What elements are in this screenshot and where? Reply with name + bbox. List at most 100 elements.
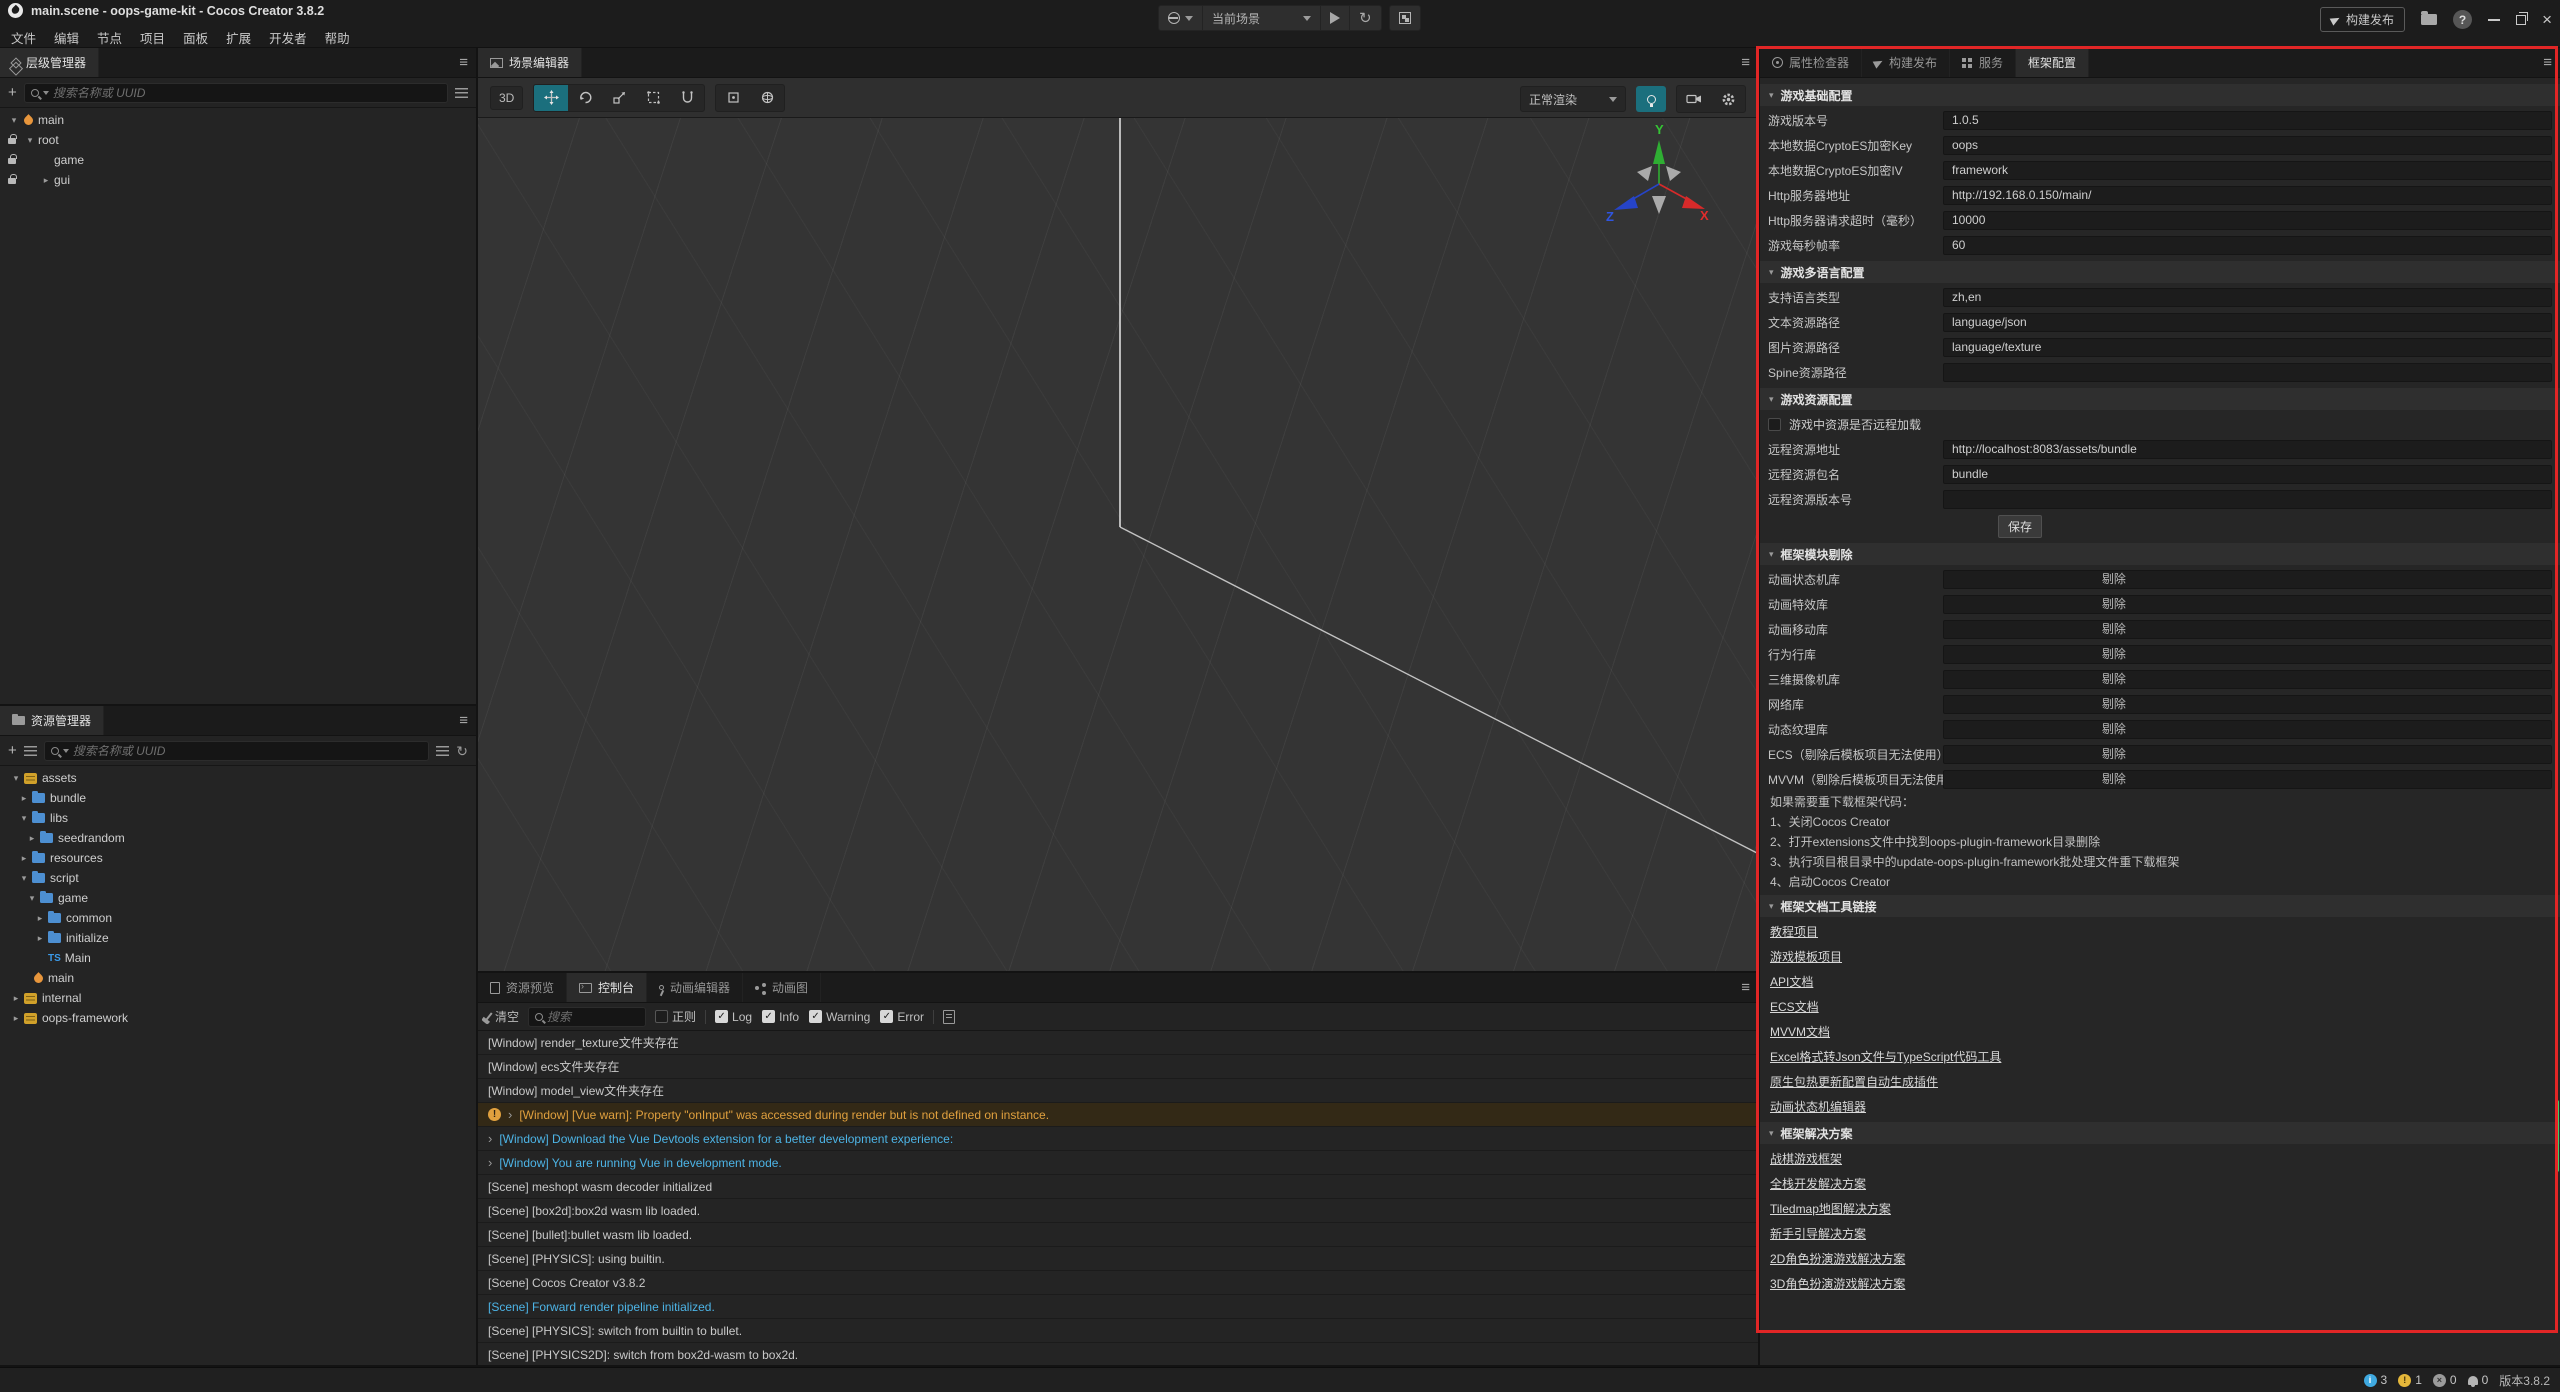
assets-search-input[interactable]	[73, 744, 423, 758]
camera-settings-button[interactable]	[1677, 86, 1711, 112]
regex-checkbox[interactable]: 正则	[655, 1008, 696, 1025]
filter-Info[interactable]: ✓Info	[762, 1010, 799, 1024]
tree-node-assets[interactable]: ▾assets	[0, 768, 476, 788]
filter-Log[interactable]: ✓Log	[715, 1010, 752, 1024]
tree-node-common[interactable]: ▸common	[0, 908, 476, 928]
inspector-menu-icon[interactable]: ≡	[2543, 54, 2552, 71]
console-menu-icon[interactable]: ≡	[1741, 979, 1750, 996]
hierarchy-search[interactable]	[24, 83, 448, 103]
help-button[interactable]: ?	[2453, 10, 2472, 29]
scene-viewport[interactable]: Y X Z	[478, 118, 1758, 971]
field-input[interactable]: bundle	[1943, 465, 2552, 484]
open-project-folder-button[interactable]	[2421, 14, 2437, 25]
status-notifications[interactable]: 0	[2468, 1373, 2489, 1387]
menu-item-项目[interactable]: 项目	[137, 26, 168, 49]
link-Excel格式转Json文件与TypeScript代码工具[interactable]: Excel格式转Json文件与TypeScript代码工具	[1770, 1048, 2001, 1065]
maximize-button[interactable]	[2516, 15, 2526, 25]
tree-node-oops-framework[interactable]: ▸oops-framework	[0, 1008, 476, 1028]
render-mode-select[interactable]: 正常渲染	[1520, 86, 1626, 112]
tree-node-gui[interactable]: ▸gui	[0, 170, 476, 190]
menu-item-文件[interactable]: 文件	[8, 26, 39, 49]
dimension-toggle-button[interactable]: 3D	[490, 86, 523, 110]
section-header-游戏多语言配置[interactable]: ▾游戏多语言配置	[1760, 261, 2560, 283]
remove-button[interactable]: 剔除	[1943, 670, 2552, 689]
build-publish-button[interactable]: 构建发布	[2320, 7, 2405, 32]
field-input[interactable]	[1943, 363, 2552, 382]
checkbox-icon[interactable]	[1768, 418, 1781, 431]
scrollbar-thumb[interactable]	[2555, 1100, 2559, 1172]
tree-node-main[interactable]: main	[0, 968, 476, 988]
scene-menu-icon[interactable]: ≡	[1741, 54, 1750, 71]
link-全栈开发解决方案[interactable]: 全栈开发解决方案	[1770, 1175, 1866, 1192]
menu-item-节点[interactable]: 节点	[94, 26, 125, 49]
field-input[interactable]: framework	[1943, 161, 2552, 180]
status-info-count[interactable]: i 3	[2364, 1373, 2388, 1387]
console-search[interactable]	[528, 1007, 646, 1027]
tree-node-libs[interactable]: ▾libs	[0, 808, 476, 828]
hierarchy-menu-icon[interactable]: ≡	[459, 54, 468, 71]
section-header-框架解决方案[interactable]: ▾框架解决方案	[1760, 1122, 2560, 1144]
tree-node-internal[interactable]: ▸internal	[0, 988, 476, 1008]
log-row[interactable]: !›[Window] [Vue warn]: Property "onInput…	[478, 1103, 1758, 1127]
field-input[interactable]: language/json	[1943, 313, 2552, 332]
restart-button[interactable]: ↻	[1350, 6, 1381, 30]
menu-item-扩展[interactable]: 扩展	[223, 26, 254, 49]
tree-node-resources[interactable]: ▸resources	[0, 848, 476, 868]
tree-node-game[interactable]: ▾game	[0, 888, 476, 908]
add-node-button[interactable]: +	[8, 85, 17, 100]
save-button[interactable]: 保存	[1998, 515, 2042, 538]
scene-settings-button[interactable]	[1711, 86, 1745, 112]
tree-node-Main[interactable]: TSMain	[0, 948, 476, 968]
field-input[interactable]: http://192.168.0.150/main/	[1943, 186, 2552, 205]
preview-target-button[interactable]	[1159, 6, 1203, 30]
link-ECS文档[interactable]: ECS文档	[1770, 998, 1819, 1015]
view-gizmo[interactable]: Y X Z	[1584, 122, 1734, 242]
add-asset-button[interactable]: +	[8, 743, 17, 758]
link-游戏模板项目[interactable]: 游戏模板项目	[1770, 948, 1842, 965]
status-error-count[interactable]: × 0	[2433, 1373, 2457, 1387]
tree-node-seedrandom[interactable]: ▸seedrandom	[0, 828, 476, 848]
link-2D角色扮演游戏解决方案[interactable]: 2D角色扮演游戏解决方案	[1770, 1250, 1905, 1267]
section-header-游戏基础配置[interactable]: ▾游戏基础配置	[1760, 84, 2560, 106]
move-tool-button[interactable]	[534, 85, 568, 111]
tree-node-game[interactable]: game	[0, 150, 476, 170]
link-新手引导解决方案[interactable]: 新手引导解决方案	[1770, 1225, 1866, 1242]
inspector-tab-框架配置[interactable]: 框架配置	[2016, 48, 2089, 77]
console-tab-动画编辑器[interactable]: 动画编辑器	[647, 973, 743, 1002]
field-input[interactable]: http://localhost:8083/assets/bundle	[1943, 440, 2552, 459]
tab-scene-editor[interactable]: 场景编辑器	[478, 48, 582, 77]
tree-node-initialize[interactable]: ▸initialize	[0, 928, 476, 948]
link-Tiledmap地图解决方案[interactable]: Tiledmap地图解决方案	[1770, 1200, 1891, 1217]
close-button[interactable]: ×	[2542, 11, 2552, 28]
preview-qrcode-button[interactable]	[1390, 6, 1420, 30]
log-row[interactable]: ›[Window] Download the Vue Devtools exte…	[478, 1127, 1758, 1151]
link-战棋游戏框架[interactable]: 战棋游戏框架	[1770, 1150, 1842, 1167]
refresh-icon[interactable]: ↻	[456, 744, 468, 758]
tab-assets[interactable]: 资源管理器	[0, 706, 104, 735]
hierarchy-search-input[interactable]	[53, 86, 441, 100]
inspector-tab-构建发布[interactable]: 构建发布	[1862, 48, 1950, 77]
field-input[interactable]: language/texture	[1943, 338, 2552, 357]
inspector-tab-属性检查器[interactable]: 属性检查器	[1760, 48, 1862, 77]
console-tab-动画图[interactable]: 动画图	[743, 973, 821, 1002]
remove-button[interactable]: 剔除	[1943, 645, 2552, 664]
menu-item-开发者[interactable]: 开发者	[266, 26, 310, 49]
assets-menu-icon[interactable]: ≡	[459, 712, 468, 729]
inspector-tab-服务[interactable]: 服务	[1950, 48, 2016, 77]
filter-list-icon[interactable]	[455, 88, 468, 98]
tab-hierarchy[interactable]: 层级管理器	[0, 48, 99, 77]
section-header-游戏资源配置[interactable]: ▾游戏资源配置	[1760, 388, 2560, 410]
tree-node-bundle[interactable]: ▸bundle	[0, 788, 476, 808]
log-file-icon[interactable]	[943, 1010, 955, 1024]
field-input[interactable]: 60	[1943, 236, 2552, 255]
field-input[interactable]: zh,en	[1943, 288, 2552, 307]
console-tab-资源预览[interactable]: 资源预览	[478, 973, 567, 1002]
field-input[interactable]: 10000	[1943, 211, 2552, 230]
field-input[interactable]: 1.0.5	[1943, 111, 2552, 130]
filter-Error[interactable]: ✓Error	[880, 1010, 924, 1024]
remove-button[interactable]: 剔除	[1943, 695, 2552, 714]
link-动画状态机编辑器[interactable]: 动画状态机编辑器	[1770, 1098, 1866, 1115]
field-input[interactable]: oops	[1943, 136, 2552, 155]
menu-item-编辑[interactable]: 编辑	[51, 26, 82, 49]
remove-button[interactable]: 剔除	[1943, 570, 2552, 589]
